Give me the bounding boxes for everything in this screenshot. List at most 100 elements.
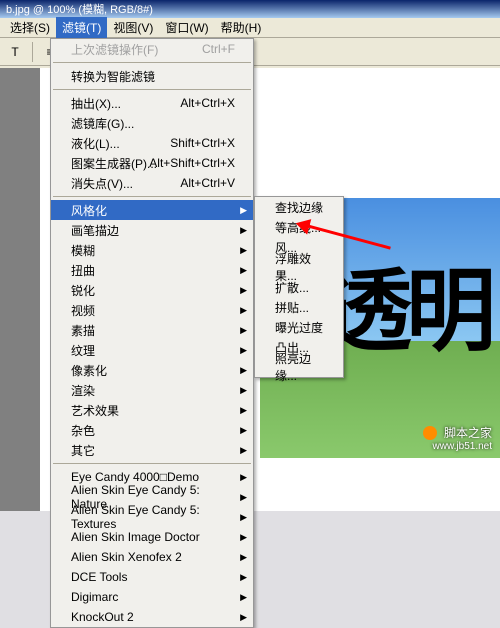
menu-entry[interactable]: 查找边缘 (255, 197, 343, 217)
menu-entry-label: 转换为智能滤镜 (71, 68, 155, 85)
menu-entry[interactable]: 图案生成器(P)...Alt+Shift+Ctrl+X (51, 153, 253, 173)
menubar: 选择(S)滤镜(T)视图(V)窗口(W)帮助(H) (0, 18, 500, 38)
filter-menu-dropdown: 上次滤镜操作(F) Ctrl+F 转换为智能滤镜抽出(X)... Alt+Ctrl+X… (50, 38, 254, 628)
menu-entry[interactable]: 渲染 ▶ (51, 380, 253, 400)
menu-entry-label: 锐化 (71, 282, 95, 299)
menu-entry[interactable]: KnockOut 2 ▶ (51, 607, 253, 627)
submenu-arrow-icon: ▶ (240, 305, 247, 316)
menu-entry-label: 曝光过度 (275, 319, 323, 336)
menu-entry-label: 渲染 (71, 382, 95, 399)
submenu-arrow-icon: ▶ (240, 285, 247, 296)
menu-shortcut: Alt+Ctrl+X (180, 96, 235, 110)
menu-entry[interactable]: 风格化 ▶ (51, 200, 253, 220)
menu-entry[interactable]: 照亮边缘... (255, 357, 343, 377)
menu-entry-label: 风格化 (71, 202, 107, 219)
menu-entry-label: DCE Tools (71, 570, 127, 584)
menu-entry-label: 杂色 (71, 422, 95, 439)
menu-entry[interactable]: 扭曲▶ (51, 260, 253, 280)
menu-entry-label: 其它 (71, 442, 95, 459)
menu-separator (53, 196, 251, 197)
menu-entry[interactable]: 其它 ▶ (51, 440, 253, 460)
menu-entry[interactable]: Alien Skin Xenofex 2▶ (51, 547, 253, 567)
menu-entry[interactable]: 杂色 ▶ (51, 420, 253, 440)
menu-entry[interactable]: Alien Skin Image Doctor ▶ (51, 527, 253, 547)
menu-entry[interactable]: 锐化 ▶ (51, 280, 253, 300)
menu-entry-label: 模糊 (71, 242, 95, 259)
menu-entry[interactable]: 曝光过度 (255, 317, 343, 337)
menu-separator (53, 463, 251, 464)
menu-entry-label: 拼贴... (275, 299, 309, 316)
submenu-arrow-icon: ▶ (240, 385, 247, 396)
menu-item[interactable]: 选择(S) (4, 17, 56, 38)
menu-entry[interactable]: 拼贴... (255, 297, 343, 317)
menu-entry[interactable]: 转换为智能滤镜 (51, 66, 253, 86)
menu-shortcut: Shift+Ctrl+X (170, 136, 235, 150)
canvas-text: 透明 (322, 238, 490, 368)
menu-entry-label: 图案生成器(P)... (71, 155, 157, 172)
menu-entry[interactable]: 像素化▶ (51, 360, 253, 380)
menu-entry-label: Alien Skin Image Doctor (71, 530, 200, 544)
submenu-arrow-icon: ▶ (240, 425, 247, 436)
submenu-arrow-icon: ▶ (240, 492, 247, 503)
submenu-arrow-icon: ▶ (240, 472, 247, 483)
menu-entry[interactable]: 艺术效果 ▶ (51, 400, 253, 420)
submenu-arrow-icon: ▶ (240, 552, 247, 563)
menu-shortcut: Ctrl+F (202, 42, 235, 56)
submenu-arrow-icon: ▶ (240, 532, 247, 543)
menu-entry-label: 液化(L)... (71, 135, 120, 152)
menu-item[interactable]: 滤镜(T) (56, 17, 107, 38)
menu-entry[interactable]: 素描 ▶ (51, 320, 253, 340)
submenu-arrow-icon: ▶ (240, 592, 247, 603)
menu-entry-label: 扩散... (275, 279, 309, 296)
menu-entry[interactable]: 抽出(X)... Alt+Ctrl+X (51, 93, 253, 113)
submenu-arrow-icon: ▶ (240, 445, 247, 456)
submenu-arrow-icon: ▶ (240, 225, 247, 236)
submenu-arrow-icon: ▶ (240, 265, 247, 276)
menu-entry[interactable]: 视频▶ (51, 300, 253, 320)
menu-entry-label: 查找边缘 (275, 199, 323, 216)
menu-entry-label: 抽出(X)... (71, 95, 121, 112)
menu-entry-label: Eye Candy 4000□Demo (71, 470, 199, 484)
menu-entry[interactable]: 浮雕效果... (255, 257, 343, 277)
menu-entry[interactable]: 液化(L)... Shift+Ctrl+X (51, 133, 253, 153)
menu-entry: 上次滤镜操作(F) Ctrl+F (51, 39, 253, 59)
window-titlebar: b.jpg @ 100% (模糊, RGB/8#) (0, 0, 500, 18)
menu-entry[interactable]: 模糊▶ (51, 240, 253, 260)
separator (32, 42, 33, 62)
submenu-arrow-icon: ▶ (240, 325, 247, 336)
menu-entry-label: Digimarc (71, 590, 118, 604)
menu-item[interactable]: 窗口(W) (159, 17, 214, 38)
submenu-arrow-icon: ▶ (240, 345, 247, 356)
menu-entry[interactable]: 扩散... (255, 277, 343, 297)
watermark: 脚本之家 www.jb51.net (423, 424, 492, 452)
menu-entry[interactable]: 消失点(V)... Alt+Ctrl+V (51, 173, 253, 193)
watermark-text: 脚本之家 (444, 426, 492, 440)
menu-entry-label: 消失点(V)... (71, 175, 133, 192)
menu-entry-label: 滤镜库(G)... (71, 115, 134, 132)
menu-entry[interactable]: 纹理 ▶ (51, 340, 253, 360)
menu-item[interactable]: 帮助(H) (215, 17, 268, 38)
menu-separator (53, 89, 251, 90)
menu-entry[interactable]: 画笔描边 ▶ (51, 220, 253, 240)
menu-entry[interactable]: Alien Skin Eye Candy 5: Textures▶ (51, 507, 253, 527)
watermark-url: www.jb51.net (423, 441, 492, 452)
submenu-arrow-icon: ▶ (240, 405, 247, 416)
menu-entry[interactable]: Digimarc ▶ (51, 587, 253, 607)
submenu-arrow-icon: ▶ (240, 205, 247, 216)
submenu-arrow-icon: ▶ (240, 512, 247, 523)
window-title: b.jpg @ 100% (模糊, RGB/8#) (6, 1, 153, 17)
menu-entry-label: 上次滤镜操作(F) (71, 41, 158, 58)
menu-entry[interactable]: DCE Tools ▶ (51, 567, 253, 587)
submenu-arrow-icon: ▶ (240, 612, 247, 623)
menu-item[interactable]: 视图(V) (107, 17, 159, 38)
menu-entry-label: 艺术效果 (71, 402, 119, 419)
menu-entry[interactable]: 滤镜库(G)... (51, 113, 253, 133)
menu-entry-label: KnockOut 2 (71, 610, 134, 624)
menu-shortcut: Alt+Shift+Ctrl+X (149, 156, 235, 170)
menu-entry-label: 素描 (71, 322, 95, 339)
menu-shortcut: Alt+Ctrl+V (180, 176, 235, 190)
submenu-arrow-icon: ▶ (240, 572, 247, 583)
tool-icon[interactable]: T (4, 41, 26, 63)
menu-entry-label: 画笔描边 (71, 222, 119, 239)
menu-entry-label: 纹理 (71, 342, 95, 359)
